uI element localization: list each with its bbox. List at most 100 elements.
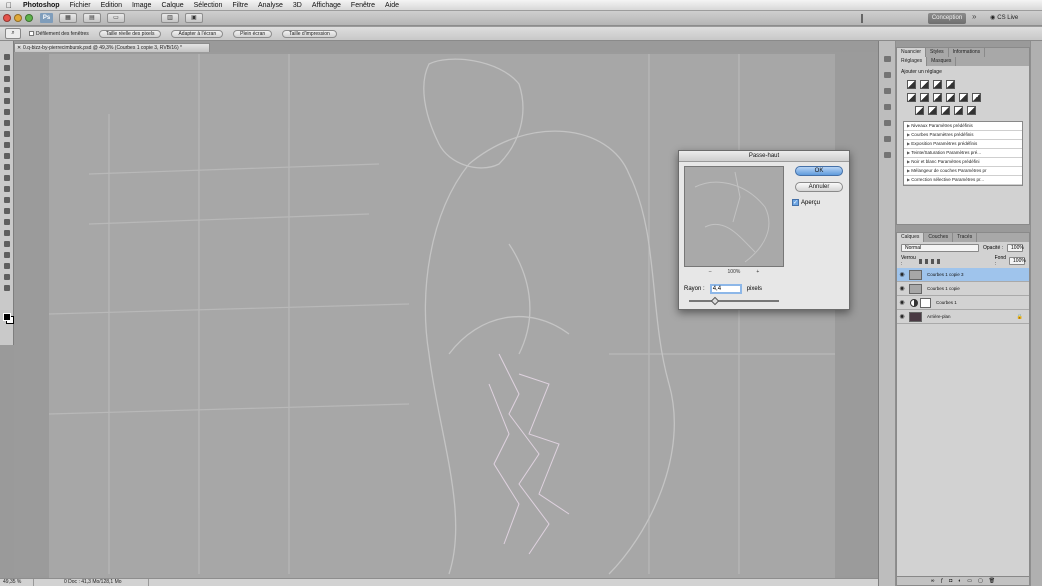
document-info[interactable]: 0 Doc : 41,3 Mo/128,1 Mo: [34, 579, 149, 586]
visibility-eye-icon[interactable]: ◉: [897, 313, 907, 320]
apple-icon[interactable]: : [0, 1, 18, 10]
visibility-eye-icon[interactable]: ◉: [897, 285, 907, 292]
color-balance-icon[interactable]: [933, 93, 942, 102]
layer-mask-thumbnail[interactable]: [920, 297, 931, 308]
fit-screen-button[interactable]: Adapter à l'écran: [171, 29, 224, 38]
screen-mode-icon[interactable]: ▣: [185, 13, 203, 23]
lock-position-icon[interactable]: [930, 258, 934, 264]
preset-item[interactable]: Mélangeur de couches Paramètres pr: [904, 167, 1022, 176]
minimize-window-icon[interactable]: [14, 14, 22, 22]
layer-style-icon[interactable]: ƒ: [940, 578, 943, 584]
close-document-icon[interactable]: ✕: [17, 44, 21, 52]
eyedropper-tool-icon[interactable]: [2, 108, 12, 116]
radius-slider-knob[interactable]: [710, 296, 719, 306]
image-canvas[interactable]: [49, 54, 835, 578]
levels-icon[interactable]: [920, 80, 929, 89]
bridge-icon[interactable]: ▦: [59, 13, 77, 23]
tab-masques[interactable]: Masques: [927, 57, 957, 66]
print-size-button[interactable]: Taille d'impression: [282, 29, 337, 38]
preview-option[interactable]: ✓ Aperçu: [792, 199, 820, 206]
trash-icon[interactable]: 🗑: [989, 578, 995, 584]
zoom-in-button[interactable]: +: [756, 269, 759, 275]
view-extras-icon[interactable]: ▤: [83, 13, 101, 23]
menu-affichage[interactable]: Affichage: [307, 2, 346, 9]
lock-all-icon[interactable]: [936, 258, 940, 264]
preset-item[interactable]: Exposition Paramètres prédéfinis: [904, 140, 1022, 149]
type-tool-icon[interactable]: [2, 218, 12, 226]
channel-mixer-icon[interactable]: [972, 93, 981, 102]
scroll-all-windows-option[interactable]: Défilement des fenêtres: [29, 31, 89, 37]
preset-item[interactable]: Teinte/Saturation Paramètres pré...: [904, 149, 1022, 158]
fill-field[interactable]: 100%: [1009, 257, 1026, 265]
curves-icon[interactable]: [933, 80, 942, 89]
menu-aide[interactable]: Aide: [380, 2, 404, 9]
layer-row[interactable]: ◉ Arrière-plan 🔒: [897, 310, 1029, 324]
photo-filter-icon[interactable]: [959, 93, 968, 102]
menu-photoshop[interactable]: Photoshop: [18, 2, 65, 9]
scroll-all-checkbox[interactable]: [29, 31, 34, 36]
character-panel-icon[interactable]: [883, 135, 892, 143]
vibrance-icon[interactable]: [907, 93, 916, 102]
menu-filtre[interactable]: Filtre: [227, 2, 253, 9]
pen-tool-icon[interactable]: [2, 207, 12, 215]
crop-tool-icon[interactable]: [2, 97, 12, 105]
clone-source-panel-icon[interactable]: [883, 119, 892, 127]
tab-styles[interactable]: Styles: [926, 48, 949, 57]
tab-calques[interactable]: Calques: [897, 233, 925, 242]
preset-item[interactable]: Courbes Paramètres prédéfinis: [904, 131, 1022, 140]
paragraph-panel-icon[interactable]: [883, 151, 892, 159]
gradient-tool-icon[interactable]: [2, 174, 12, 182]
dialog-title[interactable]: Passe-haut: [679, 151, 849, 162]
new-group-icon[interactable]: ▭: [967, 578, 972, 584]
color-panel-icon[interactable]: [883, 87, 892, 95]
close-window-icon[interactable]: [3, 14, 11, 22]
exposure-icon[interactable]: [946, 80, 955, 89]
brush-tool-icon[interactable]: [2, 130, 12, 138]
preset-item[interactable]: Correction sélective Paramètres pr...: [904, 176, 1022, 185]
hand-tool-icon[interactable]: [2, 273, 12, 281]
document-tab[interactable]: ✕ 0.q-bizz-by-pierrecimbursk.psd @ 49,3%…: [14, 43, 210, 52]
radius-slider[interactable]: [689, 296, 779, 306]
more-workspaces-icon[interactable]: »: [972, 12, 976, 21]
tab-nuancier[interactable]: Nuancier: [897, 48, 927, 57]
menu-analyse[interactable]: Analyse: [253, 2, 288, 9]
visibility-eye-icon[interactable]: ◉: [897, 299, 907, 306]
selective-color-icon[interactable]: [967, 106, 976, 115]
tab-reglages[interactable]: Réglages: [897, 57, 928, 66]
foreground-color-swatch[interactable]: [3, 313, 11, 321]
layer-row[interactable]: ◉ Courbes 1 copie: [897, 282, 1029, 296]
tab-couches[interactable]: Couches: [924, 233, 954, 242]
ok-button[interactable]: OK: [795, 166, 843, 176]
eraser-tool-icon[interactable]: [2, 163, 12, 171]
3d-camera-tool-icon[interactable]: [2, 262, 12, 270]
blend-mode-select[interactable]: Normal: [901, 244, 979, 252]
dodge-tool-icon[interactable]: [2, 196, 12, 204]
layer-row[interactable]: ◉ Courbes 1: [897, 296, 1029, 310]
fill-screen-button[interactable]: Plein écran: [233, 29, 273, 38]
new-layer-icon[interactable]: ▢: [978, 578, 983, 584]
invert-icon[interactable]: [915, 106, 924, 115]
zoom-level-icon[interactable]: ▭: [107, 13, 125, 23]
move-tool-icon[interactable]: [2, 53, 12, 61]
filter-preview[interactable]: [684, 166, 784, 267]
workspace-switcher[interactable]: Conception: [928, 13, 966, 24]
lasso-tool-icon[interactable]: [2, 75, 12, 83]
zoom-tool-icon[interactable]: [2, 284, 12, 292]
actions-panel-icon[interactable]: [883, 71, 892, 79]
quick-select-tool-icon[interactable]: [2, 86, 12, 94]
lock-pixels-icon[interactable]: [924, 258, 928, 264]
clone-stamp-tool-icon[interactable]: [2, 141, 12, 149]
healing-tool-icon[interactable]: [2, 119, 12, 127]
brightness-icon[interactable]: [907, 80, 916, 89]
preset-item[interactable]: Niveaux Paramètres prédéfinis: [904, 122, 1022, 131]
black-white-icon[interactable]: [946, 93, 955, 102]
link-layers-icon[interactable]: ∞: [931, 578, 935, 584]
zoom-window-icon[interactable]: [25, 14, 33, 22]
visibility-eye-icon[interactable]: ◉: [897, 271, 907, 278]
menu-fenetre[interactable]: Fenêtre: [346, 2, 380, 9]
lock-transparency-icon[interactable]: [918, 258, 922, 264]
tab-traces[interactable]: Tracés: [953, 233, 978, 242]
history-panel-icon[interactable]: [883, 55, 892, 63]
menu-image[interactable]: Image: [127, 2, 156, 9]
menu-edition[interactable]: Edition: [96, 2, 127, 9]
